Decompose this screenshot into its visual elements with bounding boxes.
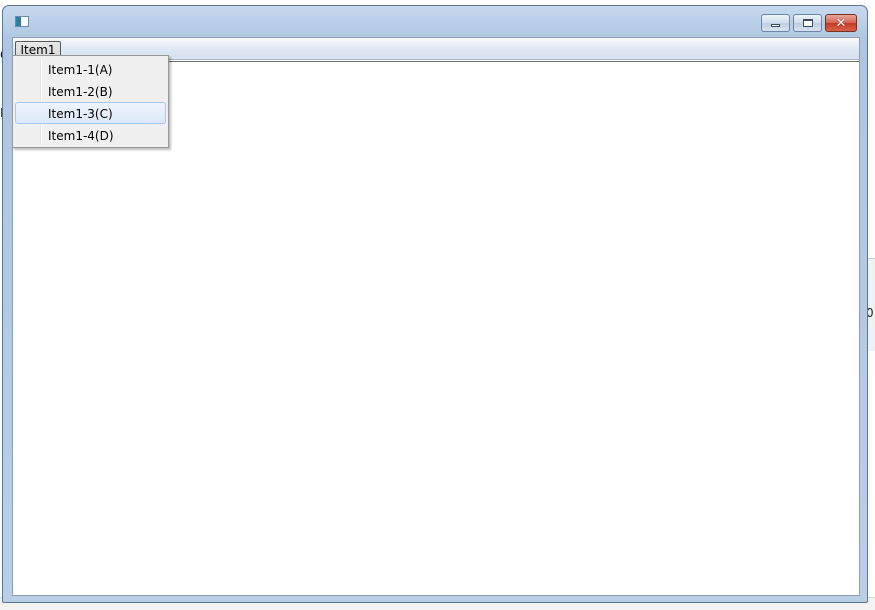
maximize-icon <box>802 19 813 27</box>
close-icon: ✕ <box>835 15 847 31</box>
menu-option-item1-4[interactable]: Item1-4(D) <box>15 124 166 146</box>
popup-menu: Item1-1(A) Item1-2(B) Item1-3(C) Item1-4… <box>12 55 169 148</box>
minimize-button[interactable] <box>761 14 790 32</box>
title-bar[interactable]: ✕ <box>3 6 867 36</box>
close-button[interactable]: ✕ <box>825 14 857 32</box>
menu-option-item1-3[interactable]: Item1-3(C) <box>15 102 166 124</box>
menu-option-item1-1[interactable]: Item1-1(A) <box>15 58 166 80</box>
app-icon[interactable] <box>15 16 29 27</box>
menu-option-item1-2[interactable]: Item1-2(B) <box>15 80 166 102</box>
maximize-button[interactable] <box>793 14 822 32</box>
minimize-icon <box>771 24 780 27</box>
